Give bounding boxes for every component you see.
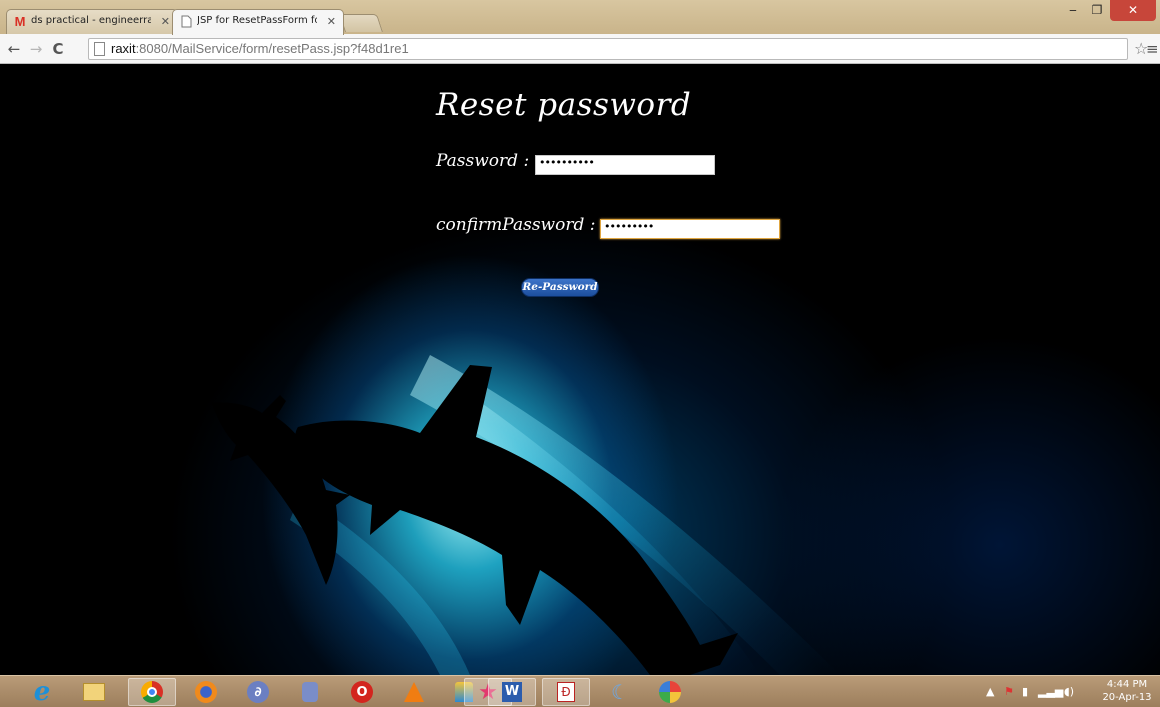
reload-icon[interactable]: C xyxy=(48,39,68,59)
page-title: Reset password xyxy=(436,87,692,123)
password-label: Password : xyxy=(436,151,530,171)
paint-icon[interactable] xyxy=(646,678,694,706)
chevron-up-icon[interactable]: ▲ xyxy=(986,685,994,698)
internet-explorer-icon[interactable]: e xyxy=(18,677,66,707)
page-viewport: Reset password Password : •••••••••• con… xyxy=(0,65,1160,675)
vlc-icon[interactable] xyxy=(390,678,438,706)
page-icon xyxy=(94,42,105,56)
close-window-button[interactable]: ✕ xyxy=(1110,0,1156,21)
browser-toolbar: ← → C raxit:8080/MailService/form/resetP… xyxy=(0,34,1160,64)
tab-gmail[interactable]: M ds practical - engineerraxit ✕ xyxy=(6,9,178,34)
browser-titlebar: M ds practical - engineerraxit ✕ JSP for… xyxy=(0,0,1160,35)
pdf-icon[interactable]: Ð xyxy=(542,678,590,706)
address-bar[interactable]: raxit:8080/MailService/form/resetPass.js… xyxy=(88,38,1128,60)
back-arrow-icon[interactable]: ← xyxy=(4,39,24,59)
close-tab-icon[interactable]: ✕ xyxy=(161,15,170,28)
re-password-button[interactable]: Re-Password xyxy=(521,278,599,297)
clock-date: 20-Apr-13 xyxy=(1102,692,1152,703)
address-path: :8080/MailService/form/resetPass.jsp?f48… xyxy=(135,41,409,56)
database-icon[interactable] xyxy=(286,678,334,706)
minimize-button[interactable]: ‒ xyxy=(1062,0,1084,21)
forward-arrow-icon[interactable]: → xyxy=(26,39,46,59)
chrome-icon[interactable] xyxy=(128,678,176,706)
network-warning-icon[interactable]: ⚑ xyxy=(1004,685,1014,698)
close-tab-icon[interactable]: ✕ xyxy=(327,15,336,28)
dolphin-icon[interactable]: ☾ xyxy=(596,678,644,706)
menu-icon[interactable]: ≡ xyxy=(1146,40,1159,58)
windows-taskbar: e ∂ O ★ W Ð ☾ ▲ ⚑ ▮ ▂▃▅ ◖) 4:44 PM 20-Ap… xyxy=(0,675,1160,707)
opera-icon[interactable]: O xyxy=(338,678,386,706)
page-icon xyxy=(179,15,193,28)
maximize-button[interactable]: ❐ xyxy=(1086,0,1108,21)
password-input[interactable]: •••••••••• xyxy=(535,155,715,175)
gmail-icon: M xyxy=(14,14,26,29)
tab-label: ds practical - engineerraxit xyxy=(31,15,151,26)
confirm-password-label: confirmPassword : xyxy=(436,215,596,235)
file-explorer-icon[interactable] xyxy=(70,678,118,706)
battery-icon[interactable]: ▮ xyxy=(1022,685,1028,698)
address-host: raxit xyxy=(111,41,136,56)
tab-label: JSP for ResetPassForm form xyxy=(197,15,317,26)
tab-reset-pass[interactable]: JSP for ResetPassForm form ✕ xyxy=(172,9,344,35)
eclipse-icon[interactable]: ∂ xyxy=(234,678,282,706)
signal-icon[interactable]: ▂▃▅ xyxy=(1038,685,1063,698)
word-icon[interactable]: W xyxy=(488,678,536,706)
taskbar-clock[interactable]: 4:44 PM 20-Apr-13 xyxy=(1098,678,1156,704)
reset-password-form: Reset password Password : •••••••••• con… xyxy=(0,65,1160,365)
clock-time: 4:44 PM xyxy=(1106,679,1148,690)
confirm-password-input[interactable]: ••••••••• xyxy=(600,219,780,239)
volume-icon[interactable]: ◖) xyxy=(1064,685,1074,698)
new-tab-button[interactable] xyxy=(339,14,383,32)
firefox-icon[interactable] xyxy=(182,678,230,706)
